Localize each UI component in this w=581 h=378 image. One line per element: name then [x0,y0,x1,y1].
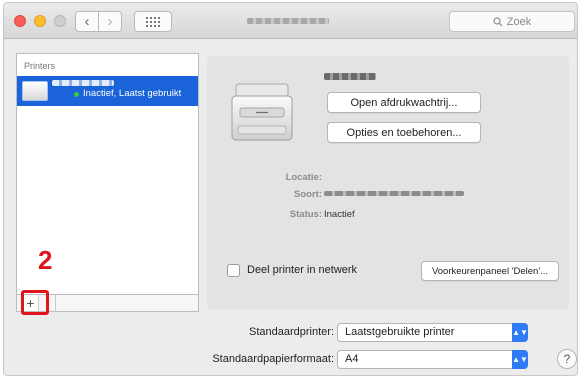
search-field[interactable]: Zoek [449,11,575,32]
default-printer-value: Laatstgebruikte printer [345,326,455,338]
share-printer-checkbox[interactable] [227,264,240,277]
minimize-window-button[interactable] [34,15,46,27]
share-printer-label: Deel printer in netwerk [247,264,358,276]
printer-name-redacted [324,73,376,80]
search-icon [493,16,503,26]
printer-status-text: Inactief, Laatst gebruikt [83,88,182,99]
default-paper-size-select[interactable]: A4 ▲▼ [337,350,528,369]
kind-value-redacted [324,191,464,196]
show-all-button[interactable] [134,11,172,32]
chevron-updown-icon: ▲▼ [512,350,528,369]
add-button-highlight [21,290,49,315]
kind-label: Soort: [294,189,322,200]
printer-list-header: Printers [24,61,56,71]
zoom-window-button[interactable] [54,15,66,27]
window-title-redacted [247,18,329,24]
status-value: Inactief [324,209,355,220]
grid-icon [146,16,160,27]
printer-name-redacted [52,80,114,86]
sharing-preferences-button[interactable]: Voorkeurenpaneel 'Delen'... [421,261,559,281]
chevron-updown-icon: ▲▼ [512,323,528,342]
location-label: Locatie: [285,172,322,183]
printer-icon [231,83,293,141]
title-bar: ‹ › Zoek [4,3,577,39]
default-printer-label: Standaardprinter: [249,326,334,338]
options-supplies-button[interactable]: Opties en toebehoren... [327,122,481,143]
default-printer-select[interactable]: Laatstgebruikte printer ▲▼ [337,323,528,342]
printers-scanners-window: ‹ › Zoek Printers Inactief, Laatst gebru… [3,2,578,376]
chevron-left-icon: ‹ [84,13,90,30]
help-button[interactable]: ? [557,349,577,369]
printer-list-item[interactable]: Inactief, Laatst gebruikt [17,76,198,106]
default-paper-size-value: A4 [345,353,359,365]
close-window-button[interactable] [14,15,26,27]
step-number-annotation: 2 [38,245,53,275]
status-label: Status: [289,209,322,220]
back-button[interactable]: ‹ [75,11,99,32]
printer-details-panel: Open afdrukwachtrij... Opties en toebeho… [207,56,569,309]
search-placeholder: Zoek [506,15,532,28]
open-print-queue-button[interactable]: Open afdrukwachtrij... [327,92,481,113]
chevron-right-icon: › [107,13,113,30]
default-paper-size-label: Standaardpapierformaat: [212,353,334,365]
printer-thumbnail-icon [22,81,48,101]
status-indicator-icon [74,92,79,97]
forward-button[interactable]: › [98,11,122,32]
